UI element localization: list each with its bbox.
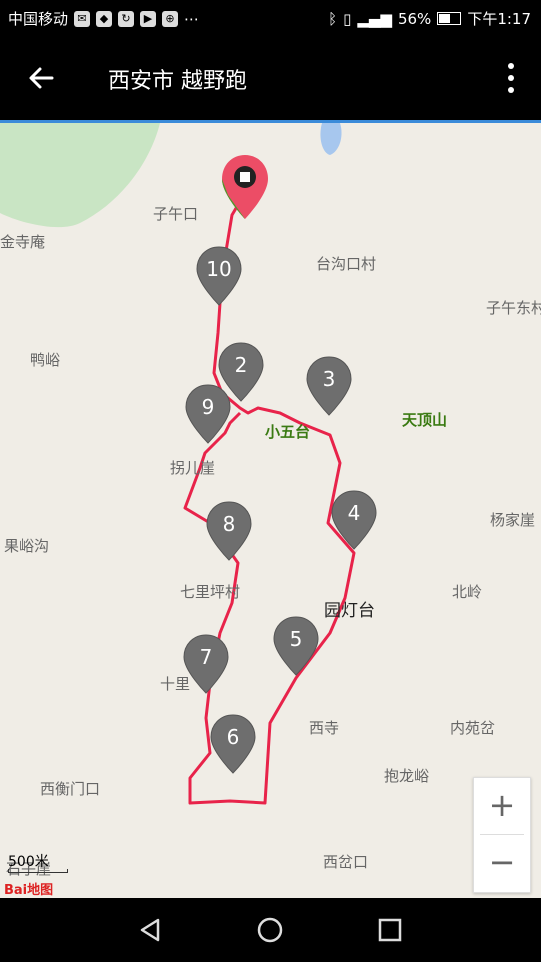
map-label-xiaowutai: 小五台 [265, 423, 311, 441]
weibo-icon: ⊕ [162, 10, 179, 27]
km-marker-label: 3 [323, 367, 336, 391]
map-label-jinsian: 金寺庵 [0, 233, 46, 251]
map-label-baolongyu: 抱龙峪 [384, 767, 430, 785]
carrier-label: 中国移动 [8, 10, 69, 28]
map-label-yangjiaya: 杨家崖 [490, 511, 536, 529]
wechat-icon: ✉ [74, 10, 91, 27]
scale-bar [8, 869, 68, 873]
map-label-ziwudong: 子午东村 [486, 299, 541, 317]
map-label-ziwukou: 子午口 [153, 205, 199, 223]
map-view[interactable]: 10 2 3 9 4 8 5 7 6 子午口 金寺庵 台沟口村 子午东村 鸭峪 天顶山 小五台 … [0, 120, 541, 898]
km-marker-2[interactable]: 2 [218, 342, 264, 402]
status-bar: 中国移动 ✉ ◆ ↻ ▶ ⊕ ⋯ ᛒ ▯ ▂▄▆ 56% 下午1:17 [0, 0, 541, 36]
map-label-xihengmenkou: 西衡门口 [40, 780, 101, 798]
more-notifications-icon: ⋯ [184, 9, 200, 28]
map-label-beiling: 北岭 [452, 583, 483, 601]
signal-icon: ▂▄▆ [357, 9, 392, 28]
map-label-guoyugou: 果峪沟 [4, 537, 50, 555]
zoom-in-button[interactable]: + [474, 778, 530, 834]
play-icon: ▶ [140, 10, 157, 27]
km-marker-label: 9 [202, 395, 215, 419]
km-marker-label: 5 [290, 627, 303, 651]
app-bar: 西安市 越野跑 [0, 36, 541, 120]
vibrate-icon: ▯ [343, 9, 352, 28]
map-label-yuandengtai: 园灯台 [324, 601, 375, 621]
page-title: 西安市 越野跑 [108, 69, 247, 94]
map-label-neiyuancha: 内苑岔 [450, 719, 496, 737]
status-right: ᛒ ▯ ▂▄▆ 56% 下午1:17 [328, 8, 531, 29]
map-label-guaierya: 拐儿崖 [170, 459, 216, 477]
app-icon: ◆ [96, 10, 113, 27]
back-arrow-icon[interactable] [24, 60, 60, 96]
km-marker-label: 8 [223, 512, 236, 536]
lake [320, 123, 342, 155]
status-left: 中国移动 ✉ ◆ ↻ ▶ ⊕ ⋯ [8, 8, 199, 29]
km-marker-4[interactable]: 4 [331, 490, 377, 550]
nav-home-icon[interactable] [256, 916, 284, 944]
zoom-out-button[interactable]: − [474, 835, 530, 891]
map-label-shili: 十里 [160, 675, 191, 693]
more-menu-icon[interactable] [505, 60, 517, 96]
km-marker-8[interactable]: 8 [206, 501, 252, 561]
km-marker-label: 7 [200, 645, 213, 669]
baidu-map-logo: Bai地图 [4, 883, 54, 898]
nav-recent-icon[interactable] [376, 916, 404, 944]
map-label-xichakou: 西岔口 [323, 853, 369, 871]
km-marker-6[interactable]: 6 [210, 714, 256, 774]
map-label-tiandingshan: 天顶山 [402, 411, 448, 429]
km-marker-label: 4 [348, 501, 361, 525]
scale-label: 500米 [8, 854, 49, 870]
map-label-geyu: 鸭峪 [30, 351, 61, 369]
nav-back-icon[interactable] [136, 916, 164, 944]
sync-icon: ↻ [118, 10, 135, 27]
battery-icon [437, 12, 462, 25]
km-marker-3[interactable]: 3 [306, 356, 352, 416]
map-label-xisi: 西寺 [309, 719, 340, 737]
map-label-qilipingcun: 七里坪村 [180, 583, 241, 601]
km-marker-10[interactable]: 10 [196, 246, 242, 306]
battery-percent: 56% [397, 9, 432, 28]
zoom-control: + − [473, 777, 531, 893]
green-area [0, 123, 160, 228]
map-scale: 500米 [8, 851, 68, 873]
km-marker-5[interactable]: 5 [273, 616, 319, 676]
clock: 下午1:17 [467, 10, 531, 28]
map-label-taigoukoucun: 台沟口村 [316, 255, 377, 273]
system-nav-bar [0, 898, 541, 962]
bluetooth-icon: ᛒ [328, 9, 338, 28]
km-marker-label: 2 [235, 353, 248, 377]
km-marker-7[interactable]: 7 [183, 634, 229, 694]
km-marker-label: 6 [227, 725, 240, 749]
km-marker-label: 10 [206, 257, 231, 281]
start-pin [222, 155, 268, 219]
